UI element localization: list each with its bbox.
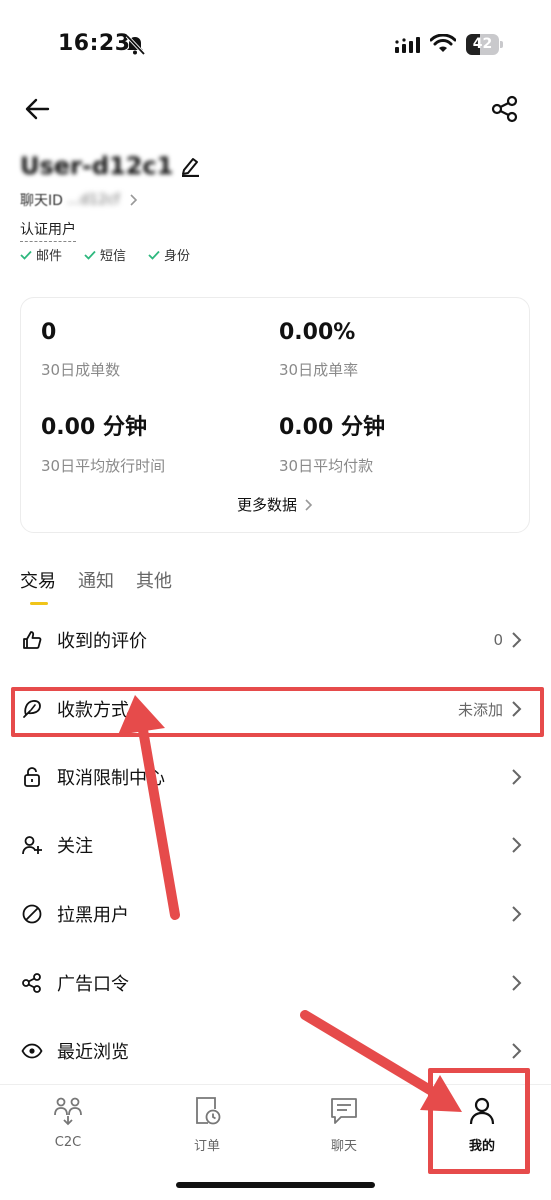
username: User-d12c1 <box>20 152 174 180</box>
tab-notifications-label: 通知 <box>78 571 114 592</box>
tab-active-indicator <box>30 602 48 605</box>
menu-label: 广告口令 <box>57 974 129 995</box>
menu-item-reviews[interactable]: 收到的评价 0 <box>0 610 551 670</box>
stat-completion-rate: 0.00% 30日成单率 <box>279 320 358 380</box>
user-add-icon <box>22 836 42 855</box>
share-icon[interactable] <box>490 94 520 124</box>
chevron-right-icon <box>512 975 522 991</box>
nav-item-chat[interactable]: 聊天 <box>304 1095 384 1154</box>
menu-label: 关注 <box>57 836 93 857</box>
badge-identity: 身份 <box>148 245 190 264</box>
more-data-link[interactable]: 更多数据 <box>21 494 529 515</box>
orders-clock-icon <box>196 1097 221 1125</box>
stat-value: 0 <box>41 320 57 345</box>
stats-card: 0 30日成单数 0.00% 30日成单率 0.00 分钟 30日平均放行时间 … <box>20 297 530 533</box>
nav-label: 聊天 <box>330 1139 357 1154</box>
more-data-label: 更多数据 <box>236 496 297 514</box>
stat-avg-release-time: 0.00 分钟 30日平均放行时间 <box>41 409 165 476</box>
tab-trade-label: 交易 <box>20 571 56 592</box>
chat-bubble-icon <box>331 1098 357 1124</box>
nav-label: 订单 <box>193 1139 220 1154</box>
battery-level: 42 <box>472 36 493 52</box>
menu-value: 0 <box>493 631 503 649</box>
stat-label: 30日成单率 <box>279 361 359 379</box>
thumbs-up-icon <box>23 631 42 649</box>
stat-value: 0.00% <box>279 320 356 345</box>
chevron-right-icon <box>512 906 522 922</box>
badge-email: 邮件 <box>20 245 62 264</box>
wifi-icon <box>430 34 456 52</box>
edit-icon[interactable] <box>179 155 201 177</box>
menu-item-unrestrict-center[interactable]: 取消限制中心 <box>0 747 551 807</box>
chevron-right-icon <box>512 769 522 785</box>
chevron-right-icon <box>512 632 522 648</box>
chevron-right-icon <box>305 498 313 511</box>
menu-item-ad-code[interactable]: 广告口令 <box>0 953 551 1013</box>
check-icon <box>20 250 32 260</box>
chat-id-label: 聊天ID <box>20 193 63 209</box>
verified-user-label[interactable]: 认证用户 <box>20 219 76 242</box>
home-indicator <box>176 1182 375 1188</box>
menu-label: 收到的评价 <box>57 631 147 652</box>
chevron-right-icon <box>512 837 522 853</box>
chevron-right-icon <box>512 1043 522 1059</box>
menu-label: 取消限制中心 <box>57 768 165 789</box>
annotation-highlight-payment <box>11 687 544 737</box>
profile-header: User-d12c1 <box>20 150 201 182</box>
tab-notifications[interactable]: 通知 <box>78 567 114 605</box>
menu-item-blocked-users[interactable]: 拉黑用户 <box>0 884 551 944</box>
eye-icon <box>21 1043 43 1059</box>
chat-id-row[interactable]: 聊天ID ...d12cf <box>20 190 138 210</box>
status-time: 16:23 <box>58 31 131 56</box>
stat-label: 30日成单数 <box>41 361 121 379</box>
badge-sms-label: 短信 <box>100 249 127 264</box>
check-icon <box>148 250 160 260</box>
nav-label: C2C <box>54 1135 82 1150</box>
battery-icon: 42 <box>466 34 503 55</box>
chat-id-value: ...d12cf <box>66 192 120 208</box>
block-icon <box>22 904 42 924</box>
badge-email-label: 邮件 <box>36 249 63 264</box>
annotation-highlight-me-tab <box>428 1068 530 1174</box>
menu-label: 拉黑用户 <box>57 905 129 926</box>
check-icon <box>84 250 96 260</box>
back-arrow-icon[interactable] <box>22 94 52 124</box>
menu-item-following[interactable]: 关注 <box>0 815 551 875</box>
stat-label: 30日平均付款 <box>279 457 374 475</box>
badge-sms: 短信 <box>84 245 126 264</box>
stat-avg-pay-time: 0.00 分钟 30日平均付款 <box>279 409 385 476</box>
share-nodes-icon <box>22 973 41 993</box>
status-bar: 16:23 42 <box>0 0 551 90</box>
badge-identity-label: 身份 <box>164 249 191 264</box>
stat-label: 30日平均放行时间 <box>41 457 166 475</box>
c2c-users-icon <box>54 1097 82 1126</box>
verification-badges: 邮件 短信 身份 <box>20 245 212 264</box>
chevron-right-icon <box>130 194 137 206</box>
stat-value: 0.00 分钟 <box>41 415 147 440</box>
stat-completed-orders: 0 30日成单数 <box>41 320 120 380</box>
tab-trade[interactable]: 交易 <box>20 567 56 605</box>
tab-other[interactable]: 其他 <box>136 567 172 605</box>
cellular-signal-icon <box>395 37 420 53</box>
nav-item-orders[interactable]: 订单 <box>167 1095 247 1154</box>
tab-bar: 交易 通知 其他 <box>20 567 194 605</box>
menu-label: 最近浏览 <box>57 1042 129 1063</box>
lock-icon <box>24 767 40 787</box>
stat-value: 0.00 分钟 <box>279 415 385 440</box>
nav-item-c2c[interactable]: C2C <box>28 1095 108 1150</box>
bell-muted-icon <box>125 34 146 56</box>
tab-other-label: 其他 <box>136 571 172 592</box>
